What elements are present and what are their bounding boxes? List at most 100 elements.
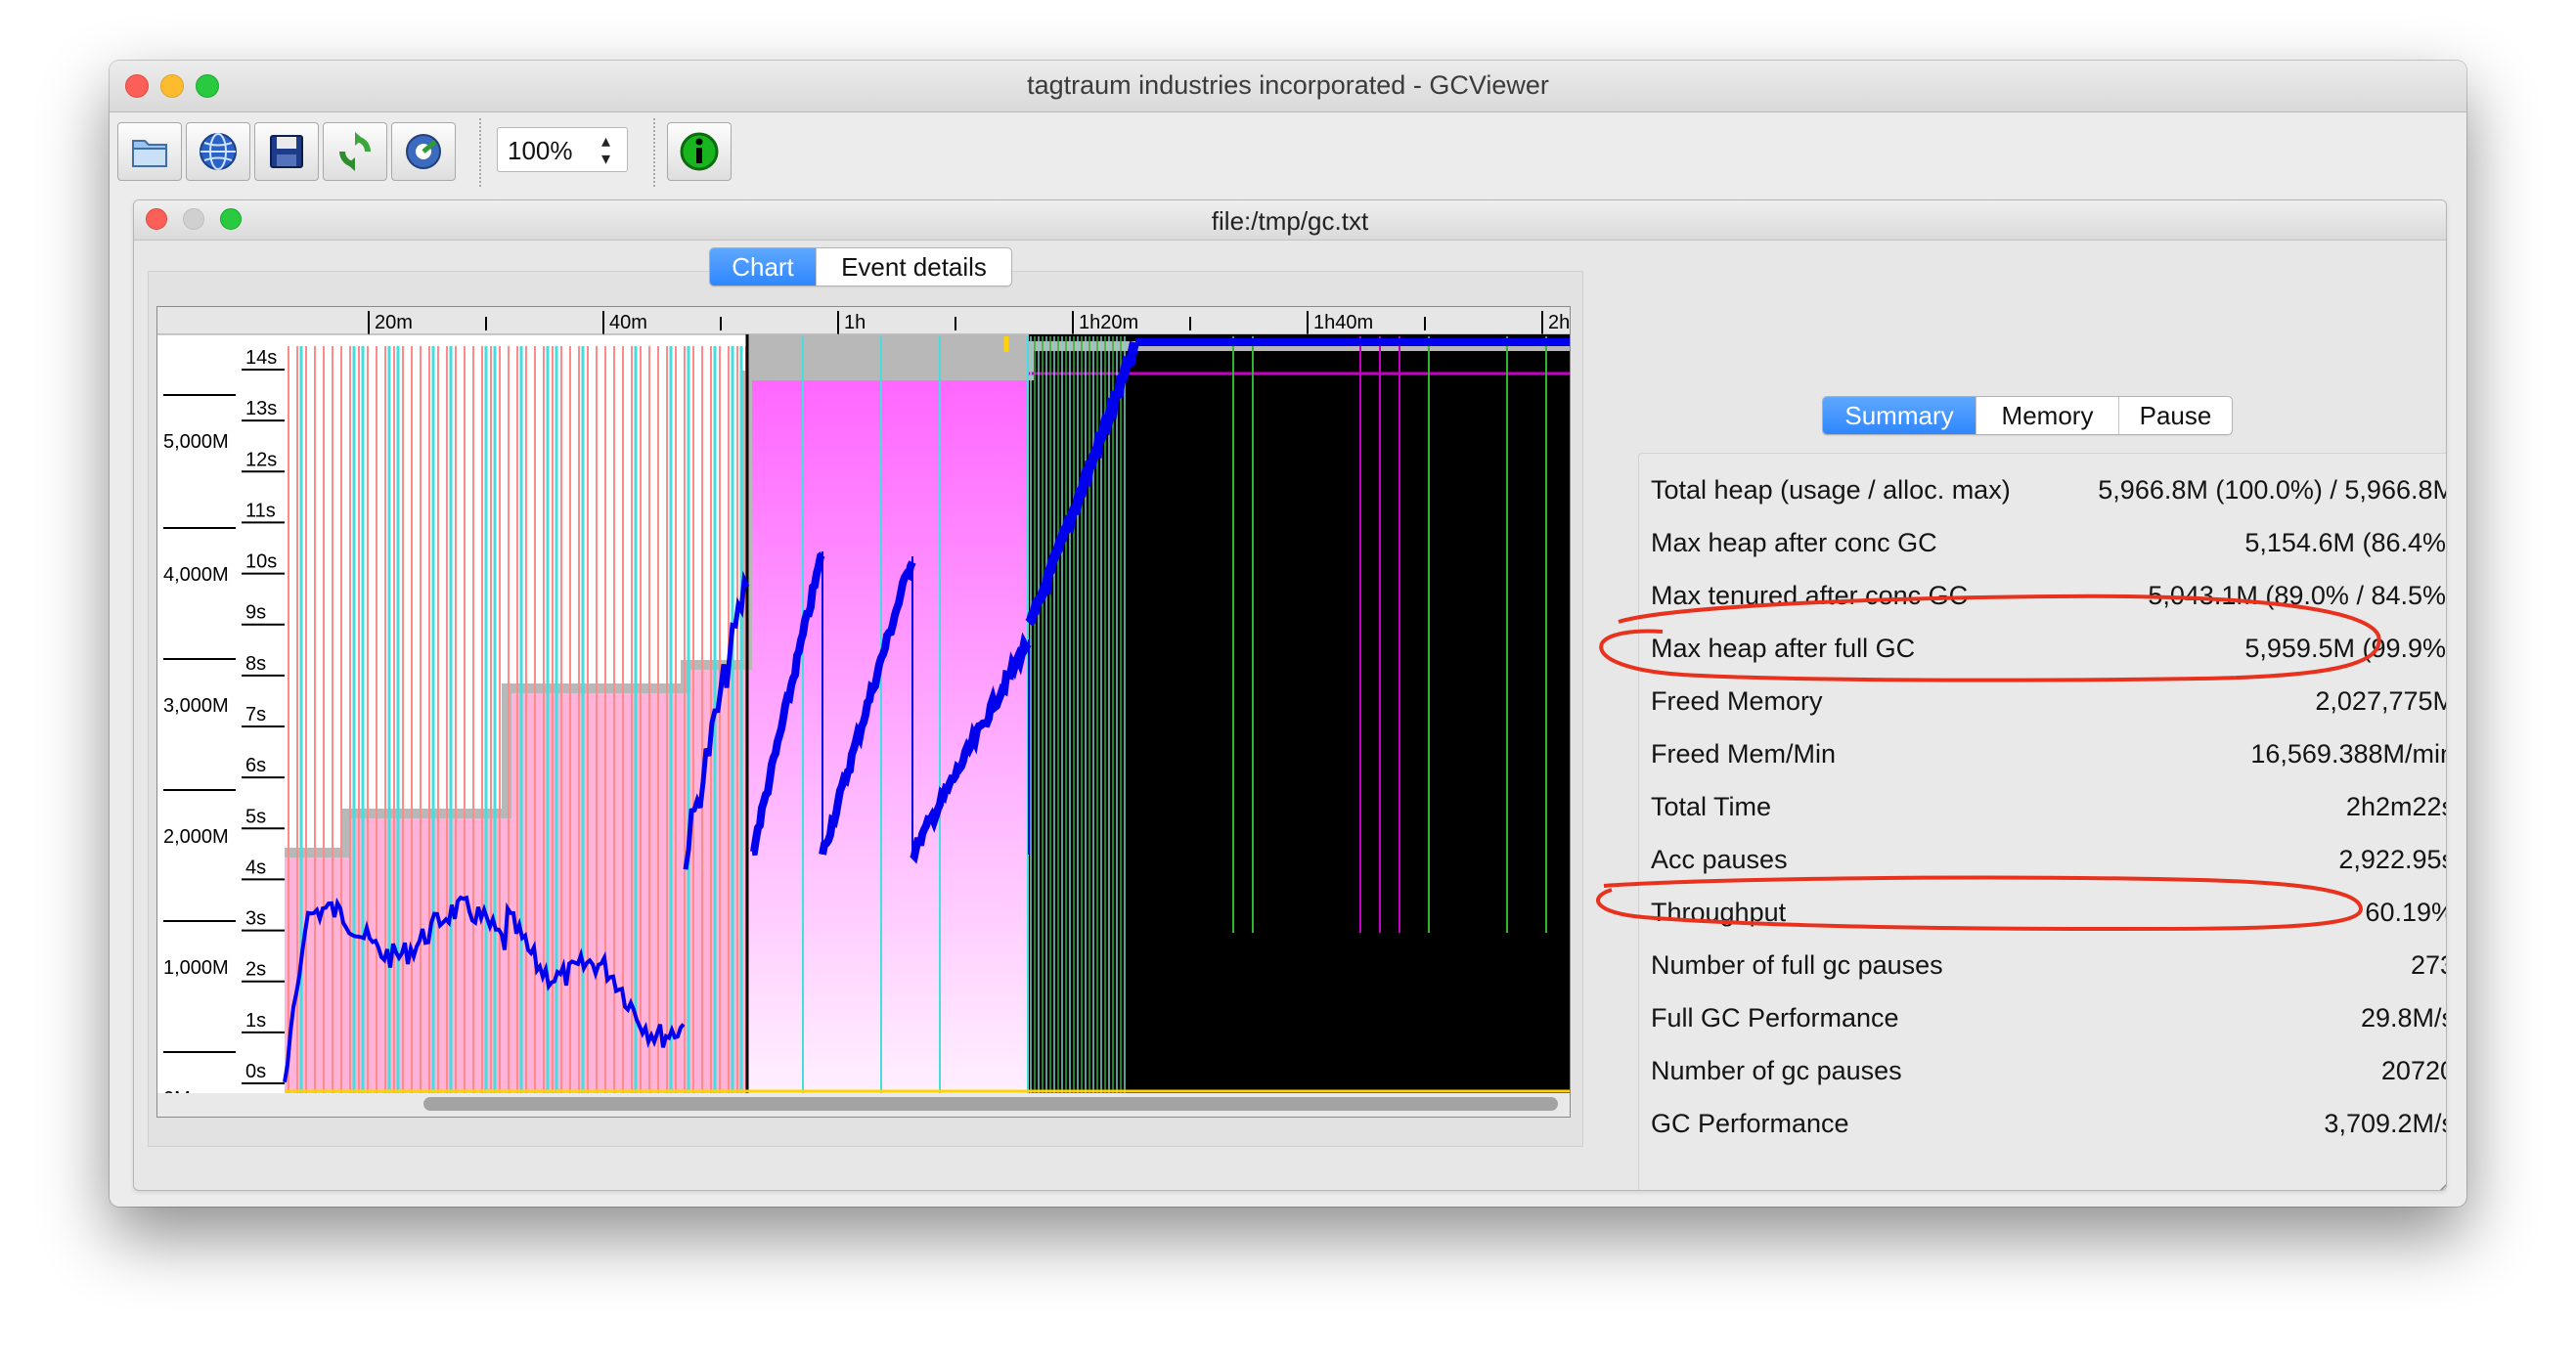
summary-value: 2,922.95s: [2338, 845, 2447, 874]
pause-tick-label: 8s: [245, 653, 266, 675]
summary-value: 2,027,775M: [2315, 686, 2447, 716]
summary-label: Freed Mem/Min: [1651, 739, 1837, 769]
summary-value: 16,569.388M/min: [2250, 739, 2447, 769]
pause-tick-label: 9s: [245, 602, 266, 624]
toolbar-separator: [653, 118, 655, 187]
summary-row-max-tenured-conc: Max tenured after conc GC 5,043.1M (89.0%…: [1639, 569, 2447, 622]
summary-label: Number of full gc pauses: [1651, 950, 1943, 980]
resize-grip-icon[interactable]: [2438, 1178, 2447, 1191]
summary-label: Max heap after conc GC: [1651, 528, 1937, 557]
summary-label: Total Time: [1651, 792, 1772, 821]
summary-value: 60.19%: [2365, 898, 2447, 927]
watch-icon: [406, 134, 441, 169]
open-url-button[interactable]: [186, 122, 250, 181]
summary-row-freed-memory: Freed Memory 2,027,775M: [1639, 675, 2447, 727]
summary-label: GC Performance: [1651, 1109, 1849, 1138]
summary-value: 5,966.8M (100.0%) / 5,966.8M: [2098, 475, 2447, 505]
window-title: tagtraum industries incorporated - GCVie…: [1027, 70, 1549, 100]
summary-row-max-heap-full: Max heap after full GC 5,959.5M (99.9%): [1639, 622, 2447, 675]
time-axis: 20m 40m 1h 1h20m 1h40m 2h: [157, 311, 1570, 335]
document-tabs: Chart Event details: [709, 247, 1012, 286]
open-url-icon: [200, 133, 237, 170]
toolbar-separator: [479, 118, 481, 187]
time-tick-label: 40m: [609, 312, 647, 333]
pause-tick-label: 6s: [245, 755, 266, 776]
summary-row-total-heap: Total heap (usage / alloc. max) 5,966.8M …: [1639, 463, 2447, 516]
watch-button[interactable]: [391, 122, 456, 181]
summary-value: 2h2m22s: [2345, 792, 2447, 821]
tab-memory[interactable]: Memory: [1976, 397, 2118, 434]
summary-row-freed-mem-min: Freed Mem/Min 16,569.388M/min: [1639, 727, 2447, 780]
summary-row-gc-count: Number of gc pauses 20720: [1639, 1044, 2446, 1097]
memory-tick-label: 3,000M: [163, 695, 229, 717]
open-file-button[interactable]: [117, 122, 182, 181]
memory-tick-label: 4,000M: [163, 564, 229, 586]
pause-tick-label: 12s: [245, 449, 277, 470]
tenured-area-5: [747, 375, 1029, 1093]
summary-label: Number of gc pauses: [1651, 1056, 1902, 1085]
zoom-value: 100%: [508, 136, 573, 165]
summary-label: Freed Memory: [1651, 686, 1823, 716]
document-title-bar: file:/tmp/gc.txt: [134, 200, 2446, 241]
summary-row-acc-pauses: Acc pauses 2,922.95s: [1639, 833, 2447, 886]
pause-tick-label: 10s: [245, 551, 277, 573]
toolbar: 100% ▴ ▾: [110, 112, 2466, 204]
refresh-button[interactable]: [323, 122, 387, 181]
pause-tick-label: 7s: [245, 704, 266, 725]
pause-tick-label: 1s: [245, 1010, 266, 1032]
pause-tick-label: 11s: [245, 500, 276, 521]
tab-summary[interactable]: Summary: [1823, 397, 1976, 434]
total-heap-band: [747, 334, 1029, 375]
time-tick-label: 1h: [844, 312, 866, 333]
summary-value: 5,043.1M (89.0% / 84.5%): [2148, 581, 2447, 610]
time-tick-label: 2h: [1548, 312, 1570, 333]
summary-label: Max tenured after conc GC: [1651, 581, 1969, 610]
summary-value: 273: [2410, 950, 2446, 980]
summary-panel: Total heap (usage / alloc. max) 5,966.8M …: [1638, 453, 2447, 1190]
memory-tick-label: 1,000M: [163, 957, 229, 979]
summary-value: 5,959.5M (99.9%): [2244, 634, 2447, 663]
pause-tick-label: 2s: [245, 959, 266, 981]
info-button[interactable]: [667, 122, 732, 181]
summary-value: 20720: [2380, 1056, 2446, 1085]
summary-row-gc-perf: GC Performance 3,709.2M/s: [1639, 1097, 2447, 1150]
memory-tick-label: 5,000M: [163, 431, 229, 453]
dark-phase-background: [1029, 334, 1570, 1093]
summary-label: Full GC Performance: [1651, 1003, 1899, 1033]
time-tick-label: 1h40m: [1313, 312, 1373, 333]
export-button[interactable]: [254, 122, 319, 181]
pause-tick-label: 4s: [245, 857, 266, 878]
pause-tick-label: 14s: [245, 347, 277, 369]
summary-row-max-heap-conc: Max heap after conc GC 5,154.6M (86.4%): [1639, 516, 2447, 569]
summary-value: 29.8M/s: [2360, 1003, 2447, 1033]
tab-event-details[interactable]: Event details: [816, 248, 1011, 286]
document-title: file:/tmp/gc.txt: [1211, 206, 1369, 236]
export-icon: [270, 135, 303, 168]
pause-tick-label: 13s: [245, 398, 277, 419]
tab-chart[interactable]: Chart: [710, 248, 816, 286]
time-tick-label: 20m: [375, 312, 413, 333]
summary-label: Total heap (usage / alloc. max): [1651, 475, 2011, 505]
summary-label: Max heap after full GC: [1651, 634, 1916, 663]
info-icon: [680, 132, 719, 171]
time-tick-label: 1h20m: [1079, 312, 1138, 333]
spinner-arrows-icon[interactable]: ▴ ▾: [601, 132, 610, 167]
summary-row-throughput: Throughput 60.19%: [1639, 886, 2447, 939]
summary-label: Throughput: [1651, 898, 1787, 927]
summary-row-full-gc-count: Number of full gc pauses 273: [1639, 939, 2446, 991]
open-file-icon: [132, 140, 167, 167]
summary-row-full-gc-perf: Full GC Performance 29.8M/s: [1639, 991, 2447, 1044]
tab-pause[interactable]: Pause: [2118, 397, 2232, 434]
summary-value: 5,154.6M (86.4%): [2244, 528, 2447, 557]
summary-label: Acc pauses: [1651, 845, 1788, 874]
horizontal-scrollbar-thumb[interactable]: [423, 1097, 1558, 1111]
summary-tabs: Summary Memory Pause: [1822, 396, 2233, 435]
summary-value: 3,709.2M/s: [2324, 1109, 2447, 1138]
gc-chart[interactable]: 20m 40m 1h 1h20m 1h40m 2h 14s 13s 12s 11s 10s 9s 8s…: [156, 306, 1571, 1118]
pause-tick-label: 3s: [245, 908, 266, 930]
pause-tick-label: 5s: [245, 806, 266, 827]
refresh-icon: [339, 132, 371, 171]
summary-row-total-time: Total Time 2h2m22s: [1639, 780, 2447, 833]
zoom-spinner[interactable]: 100% ▴ ▾: [497, 127, 628, 172]
memory-tick-label: 2,000M: [163, 826, 229, 848]
